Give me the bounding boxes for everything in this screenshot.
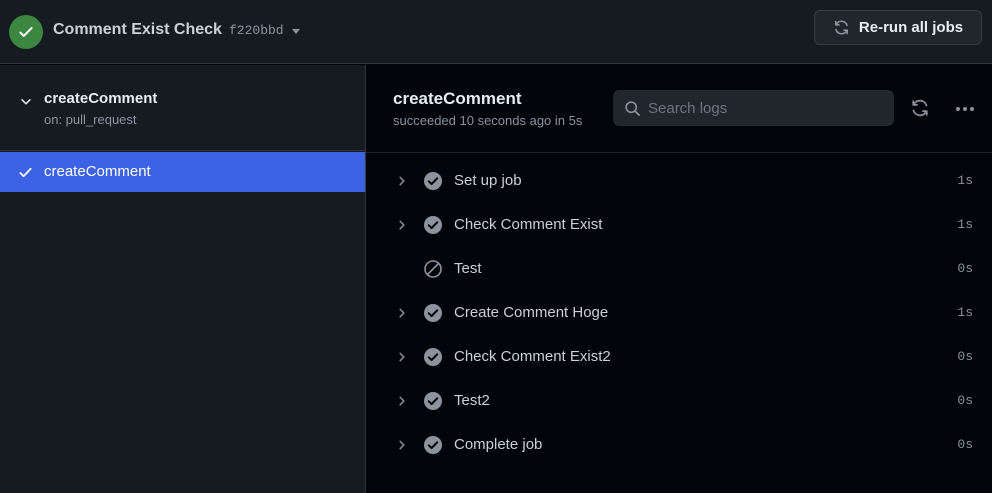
step-duration: 0s [957, 349, 973, 364]
job-status-summary: succeeded 10 seconds ago in 5s [393, 113, 583, 128]
check-circle-icon [424, 304, 442, 322]
step-create-comment-hoge[interactable]: Create Comment Hoge 1s [366, 291, 992, 335]
step-test[interactable]: Test 0s [366, 247, 992, 291]
chevron-down-icon[interactable] [19, 95, 33, 109]
step-name: Set up job [454, 172, 522, 189]
step-check-comment-exist2[interactable]: Check Comment Exist2 0s [366, 335, 992, 379]
sidebar-item-label: createComment [44, 163, 151, 180]
workflow-title: Comment Exist Check [53, 21, 222, 38]
step-set-up-job[interactable]: Set up job 1s [366, 159, 992, 203]
step-name: Create Comment Hoge [454, 304, 609, 321]
skip-icon [424, 260, 442, 278]
step-check-comment-exist[interactable]: Check Comment Exist 1s [366, 203, 992, 247]
check-circle-icon [424, 172, 442, 190]
check-circle-icon [424, 436, 442, 454]
group-trigger: on: pull_request [44, 112, 137, 127]
rerun-all-jobs-button[interactable]: Re-run all jobs [814, 10, 982, 45]
chevron-right-icon[interactable] [396, 395, 408, 407]
rerun-label: Re-run all jobs [858, 19, 964, 36]
caret-down-icon [291, 28, 300, 34]
search-logs-input[interactable] [648, 91, 888, 125]
search-icon [625, 101, 640, 116]
step-duration: 1s [957, 173, 973, 188]
chevron-right-icon[interactable] [396, 219, 408, 231]
workflow-success-icon [9, 15, 43, 49]
step-duration: 0s [957, 261, 973, 276]
step-name: Check Comment Exist2 [454, 348, 611, 365]
step-name: Test [454, 260, 482, 277]
step-duration: 0s [957, 437, 973, 452]
step-duration: 0s [957, 393, 973, 408]
step-test2[interactable]: Test2 0s [366, 379, 992, 423]
step-duration: 1s [957, 305, 973, 320]
job-log-panel: createComment succeeded 10 seconds ago i… [366, 65, 992, 493]
step-name: Complete job [454, 436, 543, 453]
refresh-logs-button[interactable] [910, 98, 932, 120]
chevron-right-icon[interactable] [396, 351, 408, 363]
sync-icon [834, 20, 848, 35]
search-logs-field[interactable] [613, 90, 894, 126]
job-title: createComment [393, 89, 522, 108]
check-circle-icon [424, 392, 442, 410]
check-circle-icon [424, 348, 442, 366]
step-name: Test2 [454, 392, 490, 409]
chevron-right-icon[interactable] [396, 307, 408, 319]
chevron-right-icon[interactable] [396, 439, 408, 451]
more-options-button[interactable] [954, 98, 976, 120]
step-name: Check Comment Exist [454, 216, 603, 233]
workflow-header: Comment Exist Check f220bbd Re-run all j… [0, 0, 992, 64]
commit-sha: f220bbd [229, 23, 284, 38]
step-complete-job[interactable]: Complete job 0s [366, 423, 992, 467]
steps-list: Set up job 1s Check Comment Exist 1s Tes… [366, 159, 992, 467]
check-circle-icon [424, 216, 442, 234]
check-icon [19, 167, 32, 178]
kebab-horizontal-icon [956, 107, 960, 111]
sync-icon [912, 99, 928, 117]
sidebar-item-createcomment[interactable]: createComment [0, 152, 365, 192]
jobs-sidebar: createComment on: pull_request createCom… [0, 65, 366, 493]
step-duration: 1s [957, 217, 973, 232]
commit-sha-dropdown[interactable]: f220bbd [229, 23, 300, 39]
group-name: createComment [44, 90, 158, 107]
chevron-right-icon[interactable] [396, 175, 408, 187]
job-header: createComment succeeded 10 seconds ago i… [366, 65, 992, 153]
workflow-group[interactable]: createComment on: pull_request [0, 65, 365, 151]
